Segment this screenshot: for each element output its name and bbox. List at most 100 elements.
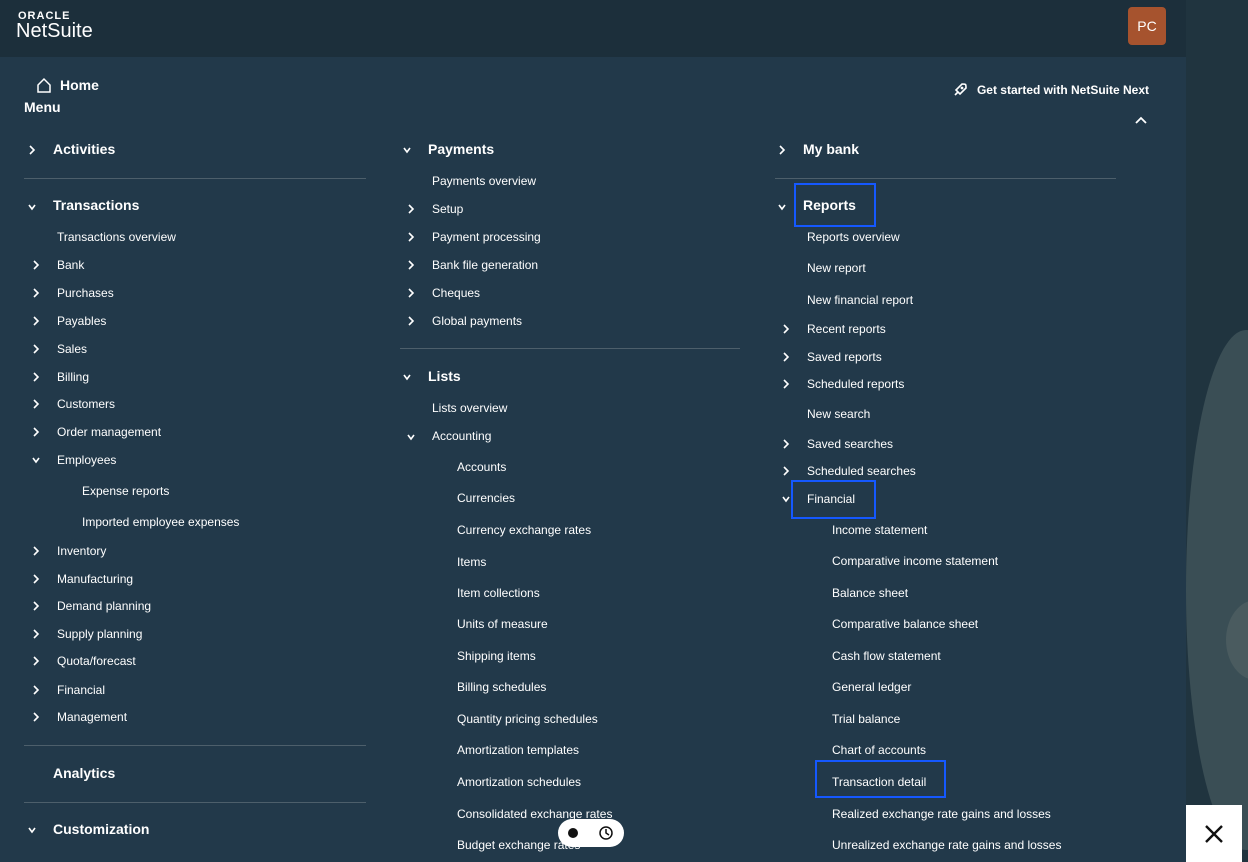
menu-item[interactable]: Scheduled reports xyxy=(807,377,904,391)
menu-item[interactable]: Items xyxy=(457,555,486,569)
chevron-down-icon[interactable] xyxy=(781,494,791,504)
menu-section-my-bank[interactable]: My bank xyxy=(803,141,859,157)
menu-section-transactions[interactable]: Transactions xyxy=(53,197,139,213)
menu-item[interactable]: Comparative balance sheet xyxy=(832,617,978,631)
menu-item[interactable]: Income statement xyxy=(832,523,927,537)
menu-item[interactable]: Customers xyxy=(57,397,115,411)
chevron-right-icon[interactable] xyxy=(31,316,41,326)
chevron-right-icon[interactable] xyxy=(781,466,791,476)
menu-item[interactable]: Payment processing xyxy=(432,230,541,244)
menu-item[interactable]: Scheduled searches xyxy=(807,464,916,478)
chevron-down-icon[interactable] xyxy=(406,432,416,442)
menu-item[interactable]: Amortization templates xyxy=(457,743,579,757)
menu-item[interactable]: Item collections xyxy=(457,586,540,600)
menu-item[interactable]: Saved searches xyxy=(807,437,893,451)
menu-item[interactable]: Purchases xyxy=(57,286,114,300)
menu-item[interactable]: Supply planning xyxy=(57,627,142,641)
menu-item[interactable]: Saved reports xyxy=(807,350,882,364)
menu-item[interactable]: Inventory xyxy=(57,544,106,558)
chevron-down-icon[interactable] xyxy=(31,455,41,465)
menu-section-lists[interactable]: Lists xyxy=(428,368,461,384)
menu-item[interactable]: Sales xyxy=(57,342,87,356)
menu-item[interactable]: Demand planning xyxy=(57,599,151,613)
menu-item[interactable]: Expense reports xyxy=(82,484,169,498)
menu-item[interactable]: Transaction detail xyxy=(832,775,926,789)
menu-item[interactable]: Reports overview xyxy=(807,230,900,244)
chevron-right-icon[interactable] xyxy=(31,427,41,437)
menu-item[interactable]: Transactions overview xyxy=(57,230,176,244)
close-button[interactable] xyxy=(1186,805,1242,862)
user-avatar[interactable]: PC xyxy=(1128,7,1166,45)
chevron-right-icon[interactable] xyxy=(781,439,791,449)
chevron-right-icon[interactable] xyxy=(31,712,41,722)
menu-item[interactable]: Imported employee expenses xyxy=(82,515,239,529)
home-link[interactable]: Home xyxy=(36,77,99,93)
chevron-right-icon[interactable] xyxy=(31,288,41,298)
menu-item[interactable]: Comparative income statement xyxy=(832,554,998,568)
menu-section-customization[interactable]: Customization xyxy=(53,821,149,837)
menu-item[interactable]: Units of measure xyxy=(457,617,548,631)
chevron-right-icon[interactable] xyxy=(31,574,41,584)
menu-item[interactable]: Financial xyxy=(807,492,855,506)
chevron-right-icon[interactable] xyxy=(31,656,41,666)
chevron-down-icon[interactable] xyxy=(402,145,412,155)
chevron-right-icon[interactable] xyxy=(31,546,41,556)
menu-item[interactable]: Consolidated exchange rates xyxy=(457,807,612,821)
chevron-down-icon[interactable] xyxy=(402,372,412,382)
menu-item[interactable]: Employees xyxy=(57,453,116,467)
menu-item[interactable]: Order management xyxy=(57,425,161,439)
menu-item[interactable]: Bank xyxy=(57,258,84,272)
chevron-right-icon[interactable] xyxy=(406,204,416,214)
menu-item[interactable]: Lists overview xyxy=(432,401,507,415)
menu-item[interactable]: Manufacturing xyxy=(57,572,133,586)
menu-item[interactable]: Amortization schedules xyxy=(457,775,581,789)
chevron-right-icon[interactable] xyxy=(406,232,416,242)
menu-item[interactable]: Financial xyxy=(57,683,105,697)
history-icon[interactable] xyxy=(598,825,614,841)
menu-item[interactable]: Cheques xyxy=(432,286,480,300)
chevron-right-icon[interactable] xyxy=(31,344,41,354)
menu-item[interactable]: Budget exchange rates xyxy=(457,838,580,852)
chevron-right-icon[interactable] xyxy=(777,145,787,155)
chevron-right-icon[interactable] xyxy=(31,399,41,409)
menu-item[interactable]: Billing xyxy=(57,370,89,384)
chevron-right-icon[interactable] xyxy=(406,288,416,298)
menu-item[interactable]: Accounts xyxy=(457,460,506,474)
menu-item[interactable]: Setup xyxy=(432,202,463,216)
menu-section-reports[interactable]: Reports xyxy=(803,197,856,213)
chevron-right-icon[interactable] xyxy=(781,352,791,362)
menu-item[interactable]: Accounting xyxy=(432,429,491,443)
menu-item[interactable]: Cash flow statement xyxy=(832,649,941,663)
menu-section-analytics[interactable]: Analytics xyxy=(53,765,115,781)
chevron-right-icon[interactable] xyxy=(781,324,791,334)
chevron-right-icon[interactable] xyxy=(31,685,41,695)
chevron-right-icon[interactable] xyxy=(31,260,41,270)
menu-section-payments[interactable]: Payments xyxy=(428,141,494,157)
menu-item[interactable]: Unrealized exchange rate gains and losse… xyxy=(832,838,1061,852)
menu-section-activities[interactable]: Activities xyxy=(53,141,115,157)
menu-item[interactable]: Shipping items xyxy=(457,649,536,663)
menu-item[interactable]: Quantity pricing schedules xyxy=(457,712,598,726)
menu-item[interactable]: Payments overview xyxy=(432,174,536,188)
chevron-right-icon[interactable] xyxy=(31,372,41,382)
chevron-right-icon[interactable] xyxy=(31,629,41,639)
menu-item[interactable]: Chart of accounts xyxy=(832,743,926,757)
netsuite-logo[interactable]: NetSuite xyxy=(16,20,93,43)
menu-item[interactable]: Realized exchange rate gains and losses xyxy=(832,807,1051,821)
record-icon[interactable] xyxy=(568,828,578,838)
chevron-right-icon[interactable] xyxy=(781,379,791,389)
collapse-button[interactable] xyxy=(1134,112,1148,130)
menu-item[interactable]: Billing schedules xyxy=(457,680,546,694)
chevron-right-icon[interactable] xyxy=(406,260,416,270)
menu-item[interactable]: Payables xyxy=(57,314,106,328)
menu-item[interactable]: Currency exchange rates xyxy=(457,523,591,537)
chevron-right-icon[interactable] xyxy=(27,145,37,155)
menu-item[interactable]: Recent reports xyxy=(807,322,886,336)
menu-item[interactable]: Bank file generation xyxy=(432,258,538,272)
menu-item[interactable]: Global payments xyxy=(432,314,522,328)
chevron-right-icon[interactable] xyxy=(406,316,416,326)
chevron-right-icon[interactable] xyxy=(31,601,41,611)
menu-item[interactable]: New report xyxy=(807,261,866,275)
menu-item[interactable]: New search xyxy=(807,407,870,421)
get-started-link[interactable]: Get started with NetSuite Next xyxy=(951,81,1149,99)
